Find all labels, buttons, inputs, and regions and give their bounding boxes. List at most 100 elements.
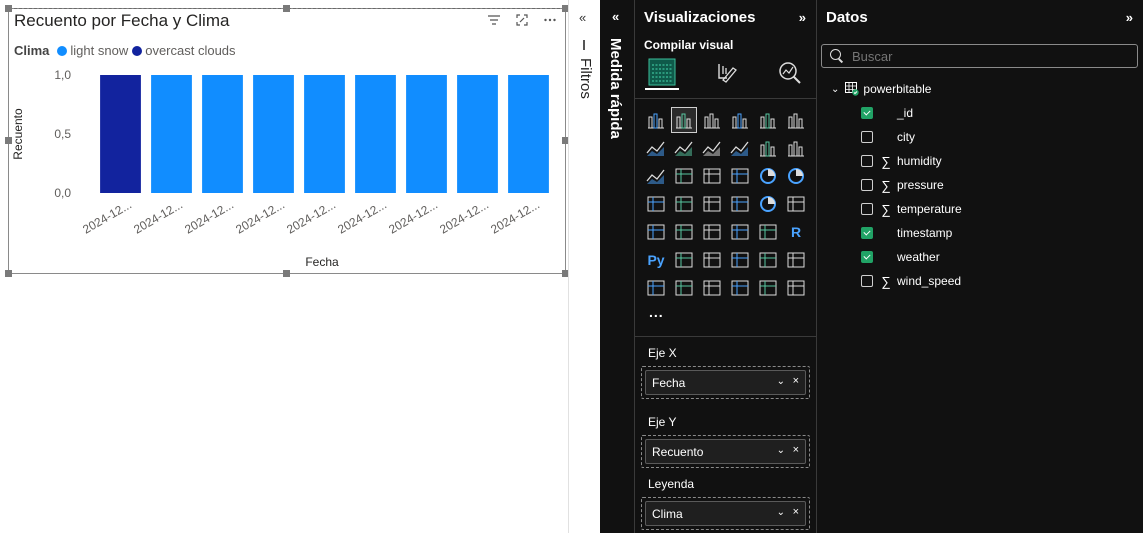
treemap-icon[interactable]	[644, 192, 668, 216]
stacked-bar-icon[interactable]	[644, 108, 668, 132]
scatter-icon[interactable]	[728, 164, 752, 188]
expand-data-pane-icon[interactable]: »	[1126, 10, 1133, 25]
line-clustered-column-icon[interactable]	[784, 136, 808, 160]
filters-pane-collapsed[interactable]: « Filtros	[568, 0, 600, 533]
gauge-icon[interactable]	[756, 192, 780, 216]
funnel-icon[interactable]	[700, 164, 724, 188]
field-row-weather[interactable]: ∑weather	[861, 249, 940, 265]
more-visuals-icon[interactable]: ...	[649, 304, 664, 320]
multi-row-card-icon[interactable]	[644, 220, 668, 244]
line-stacked-column-icon[interactable]	[756, 136, 780, 160]
stacked-column-icon[interactable]	[671, 107, 697, 133]
x-axis-well[interactable]: Fecha ⌄ ×	[641, 366, 810, 399]
azure-map-icon[interactable]	[728, 192, 752, 216]
collapse-filters-icon[interactable]: «	[579, 10, 586, 25]
card-icon[interactable]	[784, 192, 808, 216]
stacked-area-icon[interactable]	[700, 136, 724, 160]
bar[interactable]	[304, 75, 345, 193]
quick-measure-pane-collapsed[interactable]: « Medida rápida	[600, 0, 635, 533]
bar[interactable]	[202, 75, 243, 193]
slicer-icon[interactable]	[700, 220, 724, 244]
power-automate-icon[interactable]	[700, 276, 724, 300]
bar[interactable]	[100, 75, 141, 193]
remove-field-icon[interactable]: ×	[793, 444, 799, 456]
field-row-wind-speed[interactable]: ∑ wind_speed	[861, 273, 961, 289]
field-checkbox[interactable]	[861, 227, 873, 239]
format-visual-icon[interactable]	[709, 56, 743, 90]
remove-field-icon[interactable]: ×	[793, 506, 799, 518]
map-icon[interactable]	[672, 192, 696, 216]
chevron-down-icon[interactable]: ⌄	[831, 84, 839, 95]
arcgis-icon[interactable]	[728, 276, 752, 300]
quick-measure-label[interactable]: Medida rápida	[607, 38, 624, 139]
qna-icon[interactable]	[728, 248, 752, 272]
field-checkbox[interactable]	[861, 131, 873, 143]
clustered-column-chart-visual[interactable]: Recuento por Fecha y Clima Clima light s…	[5, 5, 569, 277]
filled-map-icon[interactable]	[700, 192, 724, 216]
clustered-bar-icon[interactable]	[700, 108, 724, 132]
field-checkbox[interactable]	[861, 251, 873, 263]
donut-icon[interactable]	[784, 164, 808, 188]
chevron-down-icon[interactable]: ⌄	[777, 376, 785, 387]
field-checkbox[interactable]	[861, 179, 873, 191]
field-row-city[interactable]: ∑city	[861, 129, 915, 145]
y-axis-well[interactable]: Recuento ⌄ ×	[641, 435, 810, 468]
100-stacked-area-icon[interactable]	[728, 136, 752, 160]
filters-label[interactable]: Filtros	[577, 58, 594, 99]
legend-well[interactable]: Clima ⌄ ×	[641, 497, 810, 530]
table-icon[interactable]	[728, 220, 752, 244]
metrics-icon[interactable]	[784, 248, 808, 272]
matrix-icon[interactable]	[756, 220, 780, 244]
kpi-icon[interactable]	[672, 220, 696, 244]
bar[interactable]	[253, 75, 294, 193]
decomposition-tree-icon[interactable]	[700, 248, 724, 272]
field-checkbox[interactable]	[861, 275, 873, 287]
analytics-icon[interactable]	[773, 56, 807, 90]
x-tick-label: 2024-12...	[80, 197, 134, 236]
field-checkbox[interactable]	[861, 107, 873, 119]
field-row-timestamp[interactable]: ∑timestamp	[861, 225, 952, 241]
x-axis-field-pill[interactable]: Fecha ⌄ ×	[645, 370, 806, 395]
search-input[interactable]	[852, 48, 1112, 64]
key-influencers-icon[interactable]	[672, 248, 696, 272]
clustered-column-icon[interactable]	[728, 108, 752, 132]
paginated-report-icon[interactable]	[644, 276, 668, 300]
python-visual-icon[interactable]: Py	[644, 248, 668, 272]
smart-narrative-icon[interactable]	[756, 248, 780, 272]
build-visual-icon[interactable]	[645, 56, 679, 90]
bar[interactable]	[406, 75, 447, 193]
bar[interactable]	[151, 75, 192, 193]
diamond-icon[interactable]	[756, 276, 780, 300]
100-stacked-column-icon[interactable]	[784, 108, 808, 132]
line-icon[interactable]	[644, 136, 668, 160]
field-checkbox[interactable]	[861, 155, 873, 167]
report-canvas: Recuento por Fecha y Clima Clima light s…	[0, 0, 569, 533]
field-row-temperature[interactable]: ∑ temperature	[861, 201, 962, 217]
field-row-pressure[interactable]: ∑ pressure	[861, 177, 944, 193]
area-icon[interactable]	[672, 136, 696, 160]
ribbon-icon[interactable]	[644, 164, 668, 188]
chevron-down-icon[interactable]: ⌄	[777, 507, 785, 518]
bar[interactable]	[355, 75, 396, 193]
bar[interactable]	[508, 75, 549, 193]
r-visual-icon[interactable]: R	[784, 220, 808, 244]
chevron-down-icon[interactable]: ⌄	[777, 445, 785, 456]
table-node-powerbitable[interactable]: ⌄ powerbitable	[831, 82, 931, 96]
collapse-quick-measure-icon[interactable]: «	[612, 9, 619, 24]
field-row-humidity[interactable]: ∑ humidity	[861, 153, 942, 169]
field-row-id[interactable]: ∑_id	[861, 105, 913, 121]
chevron-icon[interactable]	[784, 276, 808, 300]
100-stacked-bar-icon[interactable]	[756, 108, 780, 132]
expand-visualizations-icon[interactable]: »	[799, 10, 806, 25]
x-axis-title: Fecha	[305, 255, 339, 269]
filter-pane-icon	[583, 40, 589, 50]
y-axis-field-pill[interactable]: Recuento ⌄ ×	[645, 439, 806, 464]
power-apps-icon[interactable]	[672, 276, 696, 300]
remove-field-icon[interactable]: ×	[793, 375, 799, 387]
bar[interactable]	[457, 75, 498, 193]
waterfall-icon[interactable]	[672, 164, 696, 188]
field-checkbox[interactable]	[861, 203, 873, 215]
data-search-box[interactable]	[821, 44, 1138, 68]
pie-icon[interactable]	[756, 164, 780, 188]
legend-field-pill[interactable]: Clima ⌄ ×	[645, 501, 806, 526]
